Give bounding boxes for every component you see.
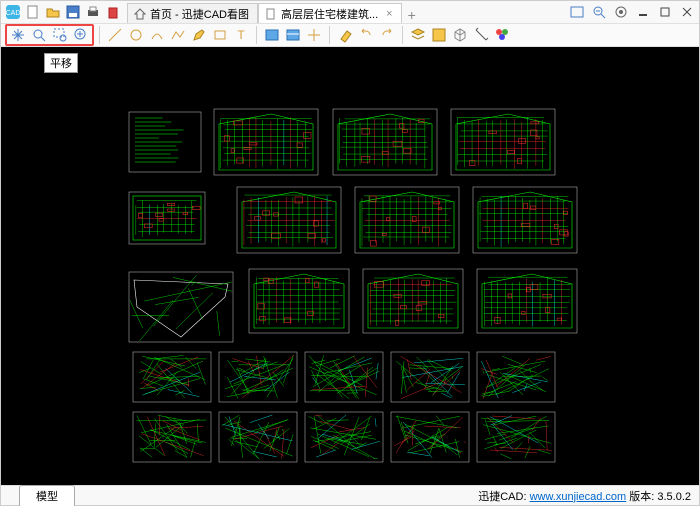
status-link[interactable]: www.xunjiecad.com — [530, 491, 627, 503]
maximize-icon[interactable] — [657, 4, 673, 20]
tab-strip: 首页 - 迅捷CAD看图 高层层住宅楼建筑... × + — [127, 1, 422, 23]
box3d-icon[interactable] — [451, 26, 469, 44]
settings-icon[interactable] — [613, 4, 629, 20]
status-text: 迅捷CAD: www.xunjiecad.com 版本: 3.5.0.2 — [478, 488, 699, 504]
delete-icon[interactable] — [105, 4, 121, 20]
tooltip: 平移 — [44, 53, 78, 73]
layer2-icon[interactable] — [284, 26, 302, 44]
new-icon[interactable] — [25, 4, 41, 20]
zoom-window-icon[interactable] — [51, 26, 69, 44]
save-icon[interactable] — [65, 4, 81, 20]
edit-icon[interactable] — [190, 26, 208, 44]
svg-text:T: T — [237, 28, 245, 42]
drawing-canvas[interactable]: 平移 — [1, 47, 699, 486]
pan-icon[interactable] — [9, 26, 27, 44]
zoom-icon[interactable] — [30, 26, 48, 44]
svg-text:CAD: CAD — [6, 10, 21, 17]
view-tools-group — [5, 24, 94, 46]
properties-icon[interactable] — [430, 26, 448, 44]
rect-icon[interactable] — [211, 26, 229, 44]
tab-doc-label: 高层层住宅楼建筑... — [281, 6, 378, 22]
tab-home-label: 首页 - 迅捷CAD看图 — [150, 6, 249, 22]
tab-document[interactable]: 高层层住宅楼建筑... × — [258, 3, 402, 23]
add-tab-icon[interactable]: + — [402, 7, 422, 23]
measure-icon[interactable] — [472, 26, 490, 44]
zoomout-icon[interactable] — [591, 4, 607, 20]
crosshair-icon[interactable] — [305, 26, 323, 44]
layers-icon[interactable] — [409, 26, 427, 44]
tab-home[interactable]: 首页 - 迅捷CAD看图 — [127, 3, 258, 23]
layer-icon[interactable] — [263, 26, 281, 44]
arc-icon[interactable] — [148, 26, 166, 44]
cad-thumbnails — [1, 47, 699, 486]
zoom-extents-icon[interactable] — [72, 26, 90, 44]
minimize-icon[interactable] — [635, 4, 651, 20]
statusbar: 模型 迅捷CAD: www.xunjiecad.com 版本: 3.5.0.2 — [1, 485, 699, 505]
model-tab[interactable]: 模型 — [19, 485, 75, 506]
window-icon[interactable] — [569, 4, 585, 20]
titlebar: CAD 首页 - 迅捷CAD看图 高层层住宅楼建筑... × + — [1, 1, 699, 23]
circle-icon[interactable] — [127, 26, 145, 44]
close-window-icon[interactable] — [679, 4, 695, 20]
color-icon[interactable] — [493, 26, 511, 44]
app-icon: CAD — [5, 4, 21, 20]
text-icon[interactable]: T — [232, 26, 250, 44]
close-icon[interactable]: × — [386, 8, 392, 20]
toolbar: T — [1, 23, 699, 47]
undo-icon[interactable] — [357, 26, 375, 44]
redo-icon[interactable] — [378, 26, 396, 44]
polyline-icon[interactable] — [169, 26, 187, 44]
line-icon[interactable] — [106, 26, 124, 44]
print-icon[interactable] — [85, 4, 101, 20]
erase-icon[interactable] — [336, 26, 354, 44]
open-icon[interactable] — [45, 4, 61, 20]
